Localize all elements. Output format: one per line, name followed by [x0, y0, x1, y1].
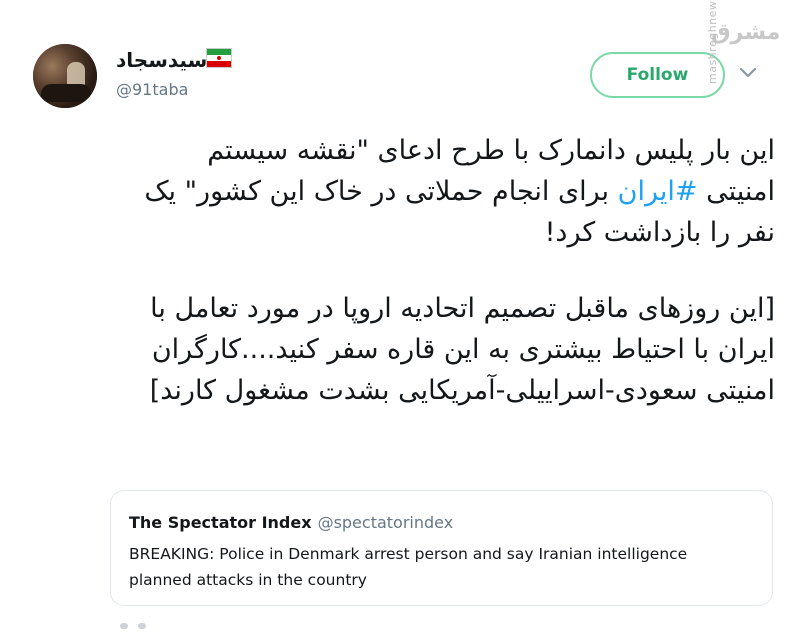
quoted-text: BREAKING: Police in Denmark arrest perso…: [129, 545, 688, 589]
hashtag-link[interactable]: #ایران: [618, 176, 698, 207]
quoted-tweet[interactable]: The Spectator Index @spectatorindex BREAK…: [110, 490, 773, 606]
iran-flag-icon: [206, 48, 232, 68]
tweet-card: سیدسجاد @91taba Follow مشرق mashreghnews…: [0, 0, 800, 629]
chevron-down-icon[interactable]: [739, 66, 757, 80]
follow-button[interactable]: Follow: [590, 52, 725, 98]
tweet-text: این بار پلیس دانمارک با طرح ادعای "نقشه …: [130, 130, 775, 411]
display-name[interactable]: سیدسجاد: [116, 49, 207, 71]
avatar[interactable]: [33, 44, 97, 108]
action-icons-row: [120, 614, 190, 629]
watermark-logo: مشرق: [711, 20, 781, 45]
quoted-name: The Spectator Index: [129, 513, 312, 532]
tweet-paragraph-1: این بار پلیس دانمارک با طرح ادعای "نقشه …: [130, 130, 775, 253]
quoted-author: The Spectator Index @spectatorindex: [129, 513, 453, 533]
tweet-paragraph-2: [این روزهای ماقبل تصمیم اتحادیه اروپا در…: [149, 293, 775, 406]
quoted-handle: @spectatorindex: [317, 513, 454, 532]
user-handle[interactable]: @91taba: [116, 80, 188, 100]
watermark-url: mashreghnews.ir: [706, 0, 719, 84]
